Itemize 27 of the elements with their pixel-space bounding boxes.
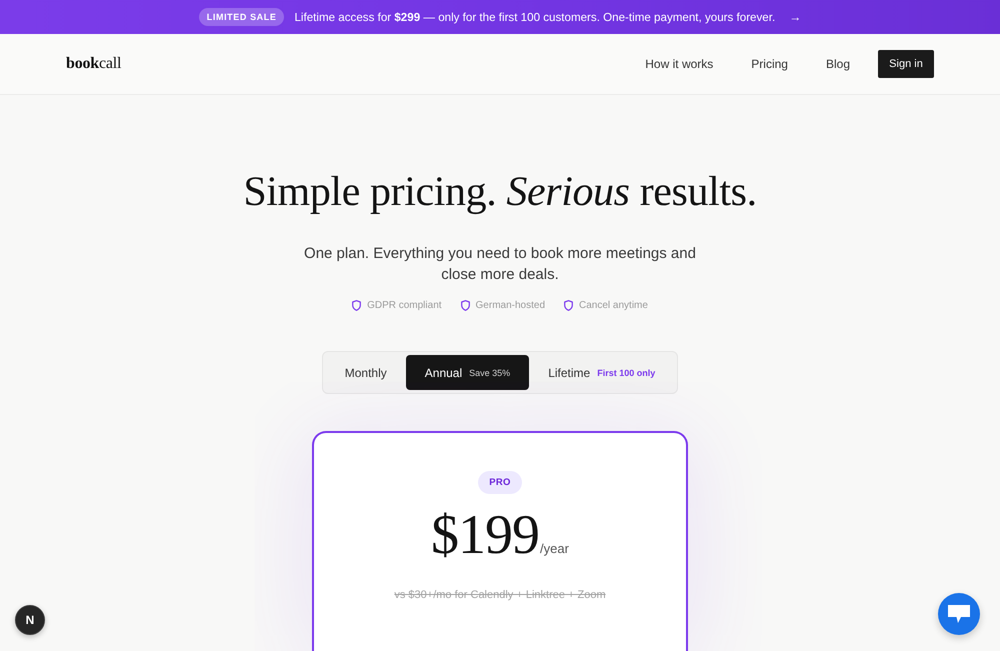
billing-tab[interactable]: Monthly (326, 355, 406, 390)
nav-link[interactable]: Blog (826, 57, 850, 71)
page-title: Simple pricing. Serious results. (243, 169, 757, 216)
page-subtitle: One plan. Everything you need to book more meetings and close more deals. (303, 244, 697, 286)
price-amount: $199 (431, 506, 540, 565)
trust-label: German-hosted (476, 300, 546, 312)
logo[interactable]: bookcall (66, 55, 122, 73)
nav-link[interactable]: Pricing (751, 57, 788, 71)
chat-bubble-icon (948, 605, 970, 623)
trust-label: GDPR compliant (367, 300, 442, 312)
nav-link[interactable]: How it works (645, 57, 714, 71)
plan-badge: PRO (478, 471, 522, 494)
shield-icon (564, 300, 574, 312)
sale-badge: LIMITED SALE (198, 8, 284, 26)
shield-icon (352, 300, 362, 312)
sign-in-button[interactable]: Sign in (878, 50, 934, 78)
arrow-icon: → (789, 10, 802, 24)
price-comparison: vs $30+/mo for Calendly + Linktree + Zoom (394, 588, 606, 601)
billing-tab[interactable]: Lifetime First 100 only (529, 355, 674, 390)
billing-tab[interactable]: Annual Save 35% (406, 355, 530, 390)
promo-message: Lifetime access for $299 — only for the first 100 customers. One-time payment, yours forever. (294, 10, 776, 24)
promo-banner[interactable]: LIMITED SALE Lifetime access for $299 — only for the first 100 customers. One-time payment, yours forever. → (0, 0, 1000, 34)
shield-icon (460, 300, 470, 312)
chat-button[interactable] (938, 593, 980, 635)
trust-label: Cancel anytime (579, 300, 648, 312)
dev-tools-button[interactable]: N (15, 605, 45, 635)
price-period: /year (540, 541, 569, 556)
